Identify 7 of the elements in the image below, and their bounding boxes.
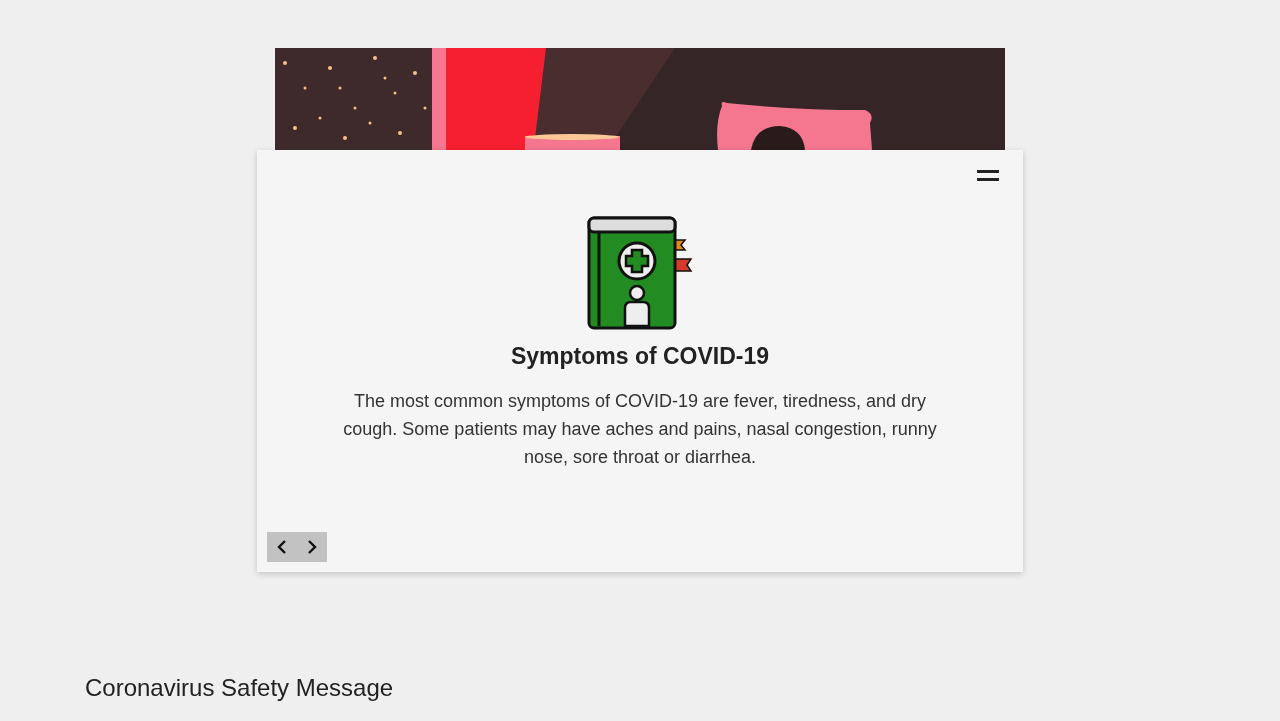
chevron-left-icon — [277, 540, 287, 554]
slide-title: Symptoms of COVID-19 — [509, 343, 771, 371]
footer-title: Coronavirus Safety Message — [85, 674, 395, 703]
medical-book-icon — [587, 216, 693, 331]
slide-text: The most common symptoms of COVID-19 are fever, tiredness, and dry cough. Some patients may have aches and pains, nasal congestion, runny nose, sore throat or diarrhea. — [342, 389, 938, 469]
menu-icon[interactable] — [977, 168, 999, 182]
chevron-right-icon — [307, 540, 317, 554]
